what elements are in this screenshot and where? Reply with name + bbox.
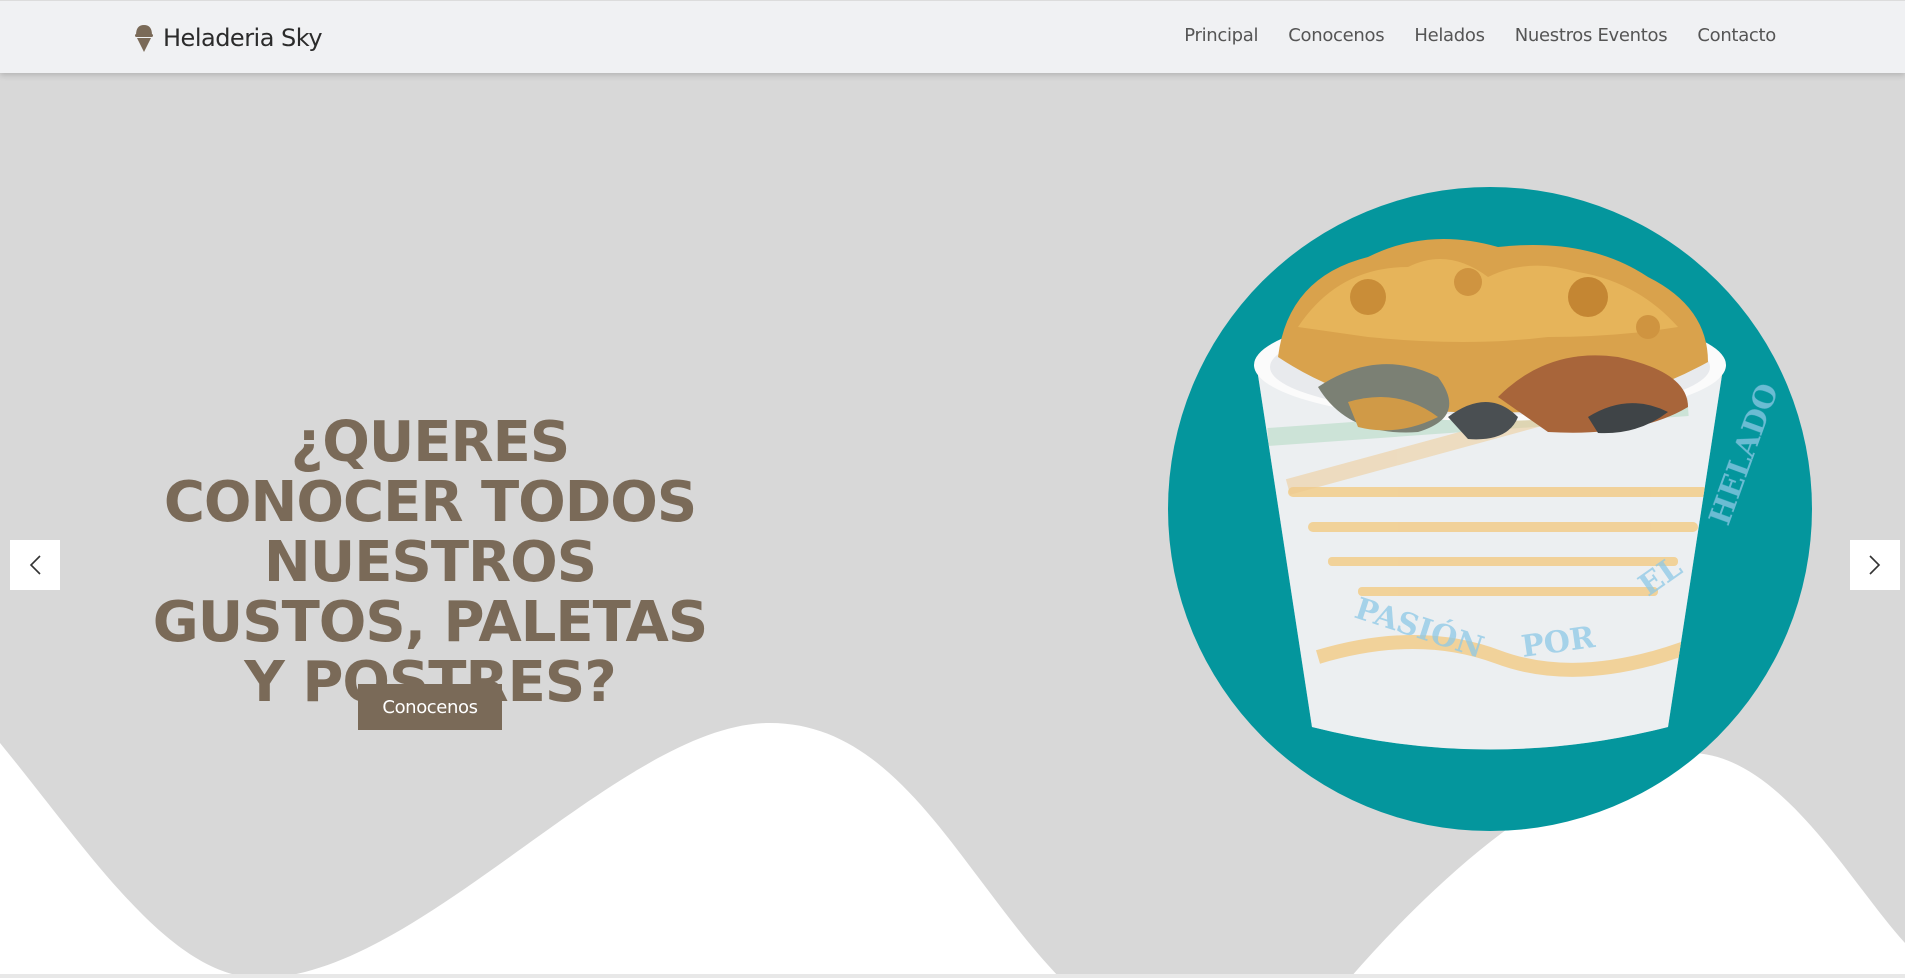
carousel-prev-button[interactable] (10, 540, 60, 590)
nav-link-eventos[interactable]: Nuestros Eventos (1515, 25, 1668, 46)
chevron-right-icon (1869, 555, 1881, 575)
ice-cream-icon (135, 25, 153, 52)
cta-conocenos-button[interactable]: Conocenos (358, 684, 502, 730)
page-bottom-divider (0, 974, 1905, 978)
nav-link-principal[interactable]: Principal (1184, 25, 1258, 46)
nav-links: Principal Conocenos Helados Nuestros Eve… (1184, 25, 1776, 46)
navbar: Heladeria Sky Principal Conocenos Helado… (0, 0, 1905, 73)
hero-headline: ¿QUERES CONOCER TODOS NUESTROS GUSTOS, P… (152, 410, 708, 715)
ice-cream-cup-image: PASIÓN POR EL HELADO (1168, 187, 1812, 831)
carousel-next-button[interactable] (1850, 540, 1900, 590)
brand-name: Heladeria Sky (163, 24, 323, 52)
nav-link-conocenos[interactable]: Conocenos (1288, 25, 1384, 46)
brand[interactable]: Heladeria Sky (133, 23, 323, 53)
chevron-left-icon (29, 555, 41, 575)
hero-carousel: ¿QUERES CONOCER TODOS NUESTROS GUSTOS, P… (0, 73, 1905, 978)
nav-link-helados[interactable]: Helados (1414, 25, 1485, 46)
nav-link-contacto[interactable]: Contacto (1697, 25, 1776, 46)
